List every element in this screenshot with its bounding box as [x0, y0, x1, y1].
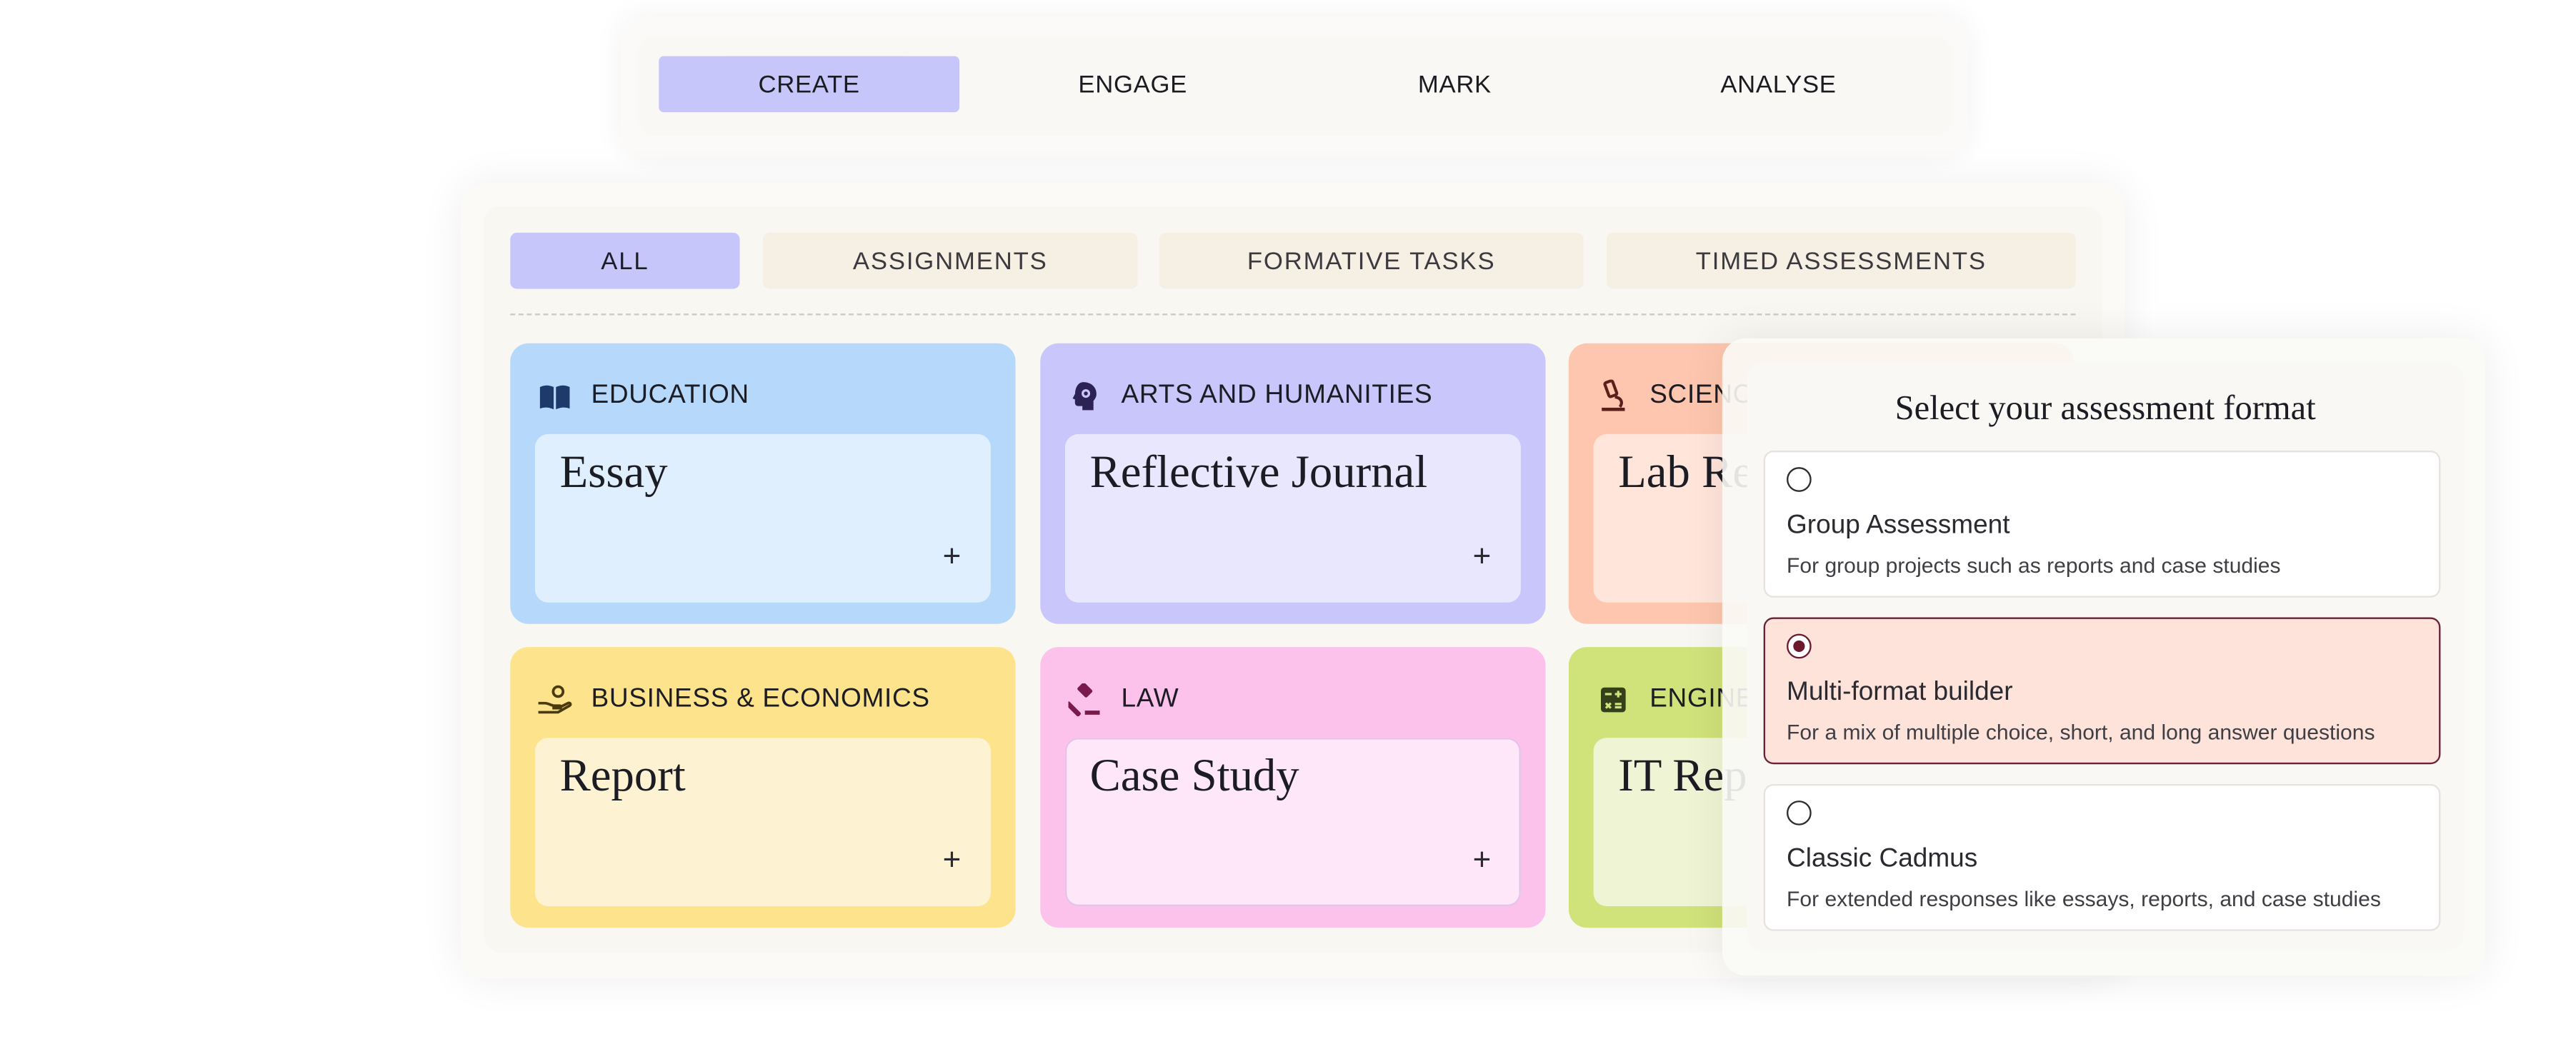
card-title: Essay: [559, 447, 668, 499]
option-title: Multi-format builder: [1787, 678, 2013, 707]
tab-analyse[interactable]: ANALYSE: [1628, 56, 1929, 113]
option-classic-cadmus[interactable]: Classic Cadmus For extended responses li…: [1763, 783, 2441, 931]
hand-coin-icon: [536, 683, 573, 716]
assessment-format-dialog: Select your assessment format Group Asse…: [1722, 338, 2485, 976]
dialog-title: Select your assessment format: [1894, 388, 2316, 428]
add-icon[interactable]: +: [1473, 845, 1492, 876]
filter-all[interactable]: ALL: [510, 232, 740, 289]
card-category: BUSINESS & ECONOMICS: [591, 685, 930, 713]
card-category: LAW: [1121, 685, 1179, 713]
card-header: BUSINESS & ECONOMICS: [536, 683, 929, 716]
option-group-assessment[interactable]: Group Assessment For group projects such…: [1763, 451, 2441, 598]
filter-timed-assessments[interactable]: TIMED ASSESSMENTS: [1607, 232, 2076, 289]
category-card-education: EDUCATION Essay +: [510, 343, 1016, 624]
card-header: ARTS AND HUMANITIES: [1067, 380, 1432, 413]
divider: [510, 313, 2076, 316]
template-report[interactable]: Report +: [534, 738, 991, 907]
category-card-law: LAW Case Study +: [1040, 647, 1546, 928]
add-icon[interactable]: +: [943, 541, 962, 573]
template-case-study[interactable]: Case Study +: [1064, 738, 1521, 907]
card-header: LAW: [1067, 683, 1179, 717]
radio-button[interactable]: [1787, 467, 1812, 492]
head-gear-icon: [1067, 380, 1103, 413]
option-title: Classic Cadmus: [1787, 845, 1978, 873]
template-essay[interactable]: Essay +: [534, 433, 991, 603]
tab-create[interactable]: CREATE: [659, 56, 959, 113]
option-description: For group projects such as reports and c…: [1787, 553, 2281, 578]
category-card-arts-and-humanities: ARTS AND HUMANITIES Reflective Journal +: [1040, 343, 1546, 624]
option-description: For extended responses like essays, repo…: [1787, 886, 2381, 911]
filter-formative-tasks[interactable]: FORMATIVE TASKS: [1159, 232, 1584, 289]
microscope-icon: [1595, 379, 1632, 413]
card-title: Reflective Journal: [1089, 447, 1428, 499]
card-title: Case Study: [1089, 751, 1299, 803]
filter-assignments[interactable]: ASSIGNMENTS: [762, 232, 1138, 289]
add-icon[interactable]: +: [1473, 541, 1492, 573]
template-reflective-journal[interactable]: Reflective Journal +: [1064, 433, 1521, 603]
top-nav-panel: CREATE ENGAGE MARK ANALYSE: [621, 16, 1969, 159]
category-card-business-economics: BUSINESS & ECONOMICS Report +: [510, 647, 1016, 928]
dialog-inner: Select your assessment format Group Asse…: [1747, 363, 2464, 951]
radio-button-selected[interactable]: [1787, 633, 1812, 659]
calculator-icon: [1595, 683, 1632, 716]
option-title: Group Assessment: [1787, 511, 2010, 540]
gavel-icon: [1067, 683, 1103, 717]
card-title: Report: [559, 751, 686, 803]
card-category: EDUCATION: [591, 381, 749, 410]
book-icon: [536, 380, 573, 413]
radio-button[interactable]: [1787, 800, 1812, 825]
add-icon[interactable]: +: [943, 845, 962, 876]
option-description: For a mix of multiple choice, short, and…: [1787, 719, 2375, 745]
tab-mark[interactable]: MARK: [1304, 56, 1605, 113]
card-header: EDUCATION: [536, 380, 749, 413]
card-category: ARTS AND HUMANITIES: [1121, 381, 1433, 410]
tab-engage[interactable]: ENGAGE: [982, 56, 1283, 113]
option-multi-format-builder[interactable]: Multi-format builder For a mix of multip…: [1763, 617, 2441, 765]
